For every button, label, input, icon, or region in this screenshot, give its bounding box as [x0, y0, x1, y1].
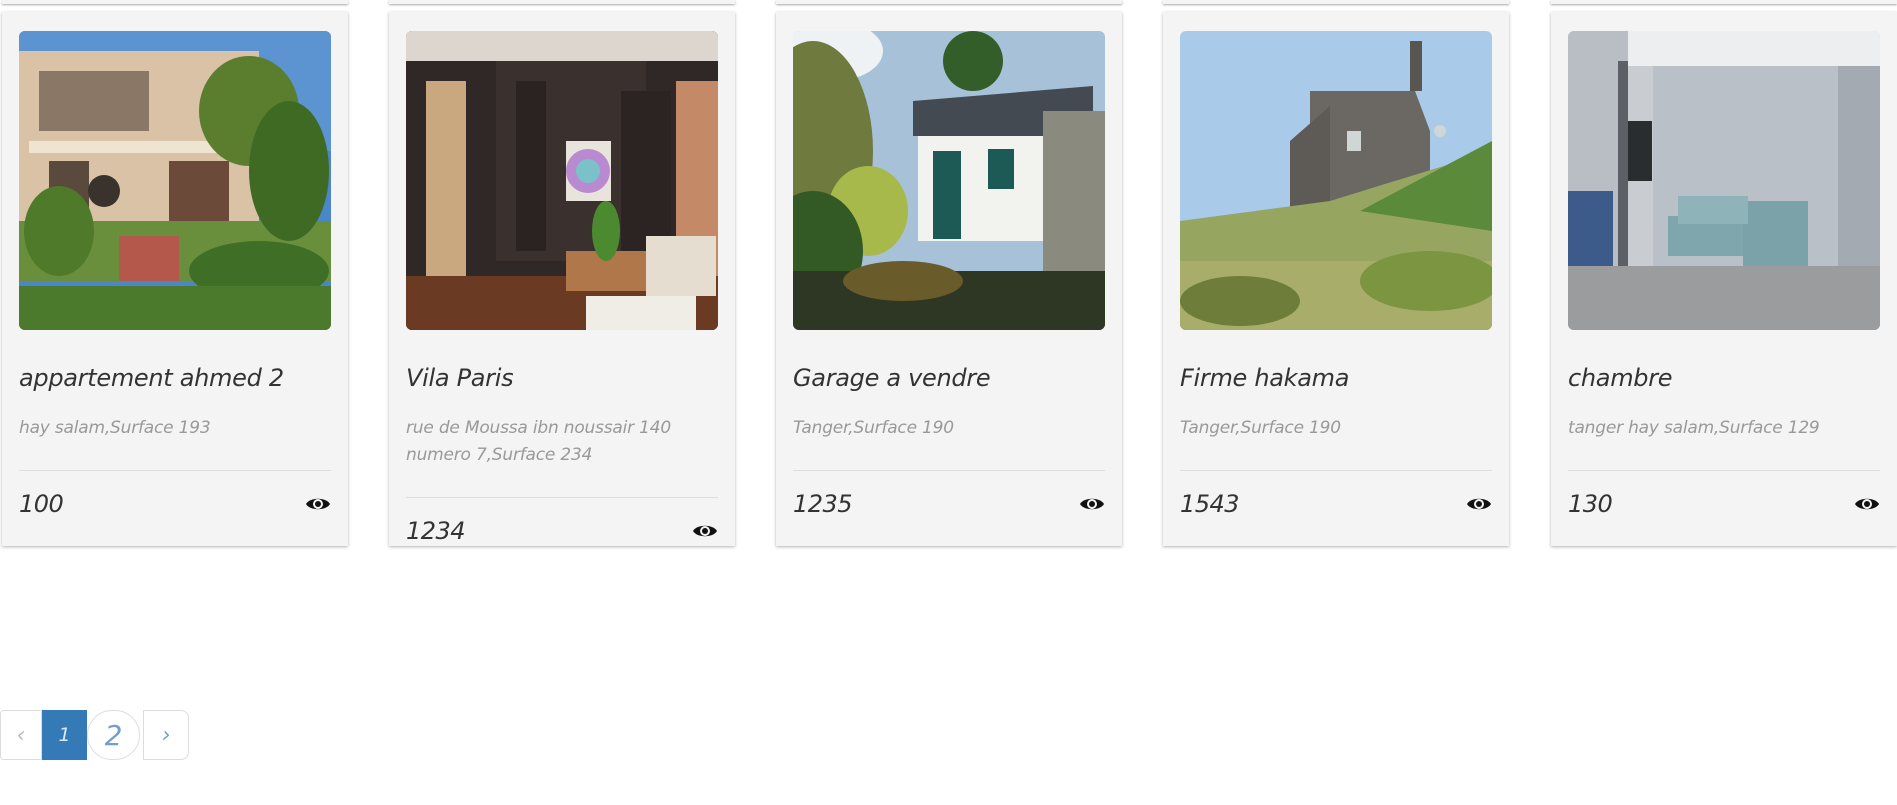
previous-row-card-edge	[776, 0, 1122, 4]
listing-card[interactable]: Vila Paris rue de Moussa ibn noussair 14…	[389, 12, 735, 546]
listing-price: 130	[1568, 490, 1613, 518]
listing-photo[interactable]	[406, 31, 718, 330]
eye-icon[interactable]	[305, 495, 331, 513]
page-2-button[interactable]: 2	[87, 710, 140, 760]
listing-address: Tanger,Surface 190	[793, 418, 954, 438]
previous-row-card-edge	[1551, 0, 1897, 4]
page-1-button[interactable]: 1	[42, 710, 87, 760]
divider	[793, 470, 1105, 471]
divider	[406, 497, 718, 498]
listing-title[interactable]: chambre	[1568, 364, 1673, 392]
listing-address: tanger hay salam,Surface 129	[1568, 418, 1820, 438]
listing-photo[interactable]	[1180, 31, 1492, 330]
listing-photo[interactable]	[1568, 31, 1880, 330]
listing-address: hay salam,Surface 193	[19, 418, 211, 438]
listing-title[interactable]: appartement ahmed 2	[19, 364, 284, 392]
divider	[1180, 470, 1492, 471]
next-page-button[interactable]: ›	[143, 710, 189, 760]
eye-icon[interactable]	[1079, 495, 1105, 513]
listing-card[interactable]: appartement ahmed 2 hay salam,Surface 19…	[2, 12, 348, 546]
listing-price: 100	[19, 490, 64, 518]
listing-address: rue de Moussa ibn noussair 140 numero 7,…	[406, 418, 671, 465]
listing-photo[interactable]	[19, 31, 331, 330]
listing-title[interactable]: Firme hakama	[1180, 364, 1349, 392]
divider	[19, 470, 331, 471]
listing-price: 1543	[1180, 490, 1240, 518]
previous-row-card-edge	[1163, 0, 1509, 4]
divider	[1568, 470, 1880, 471]
listing-title[interactable]: Vila Paris	[406, 364, 514, 392]
listing-address: Tanger,Surface 190	[1180, 418, 1341, 438]
eye-icon[interactable]	[1466, 495, 1492, 513]
prev-page-button[interactable]: ‹	[0, 710, 42, 760]
listing-card[interactable]: Firme hakama Tanger,Surface 190 1543	[1163, 12, 1509, 546]
eye-icon[interactable]	[692, 522, 718, 540]
listing-price: 1234	[406, 517, 466, 545]
previous-row-card-edge	[2, 0, 348, 4]
eye-icon[interactable]	[1854, 495, 1880, 513]
previous-row-card-edge	[389, 0, 735, 4]
listing-price: 1235	[793, 490, 853, 518]
listing-title[interactable]: Garage a vendre	[793, 364, 991, 392]
listing-card[interactable]: Garage a vendre Tanger,Surface 190 1235	[776, 12, 1122, 546]
listing-photo[interactable]	[793, 31, 1105, 330]
listing-card[interactable]: chambre tanger hay salam,Surface 129 130	[1551, 12, 1897, 546]
